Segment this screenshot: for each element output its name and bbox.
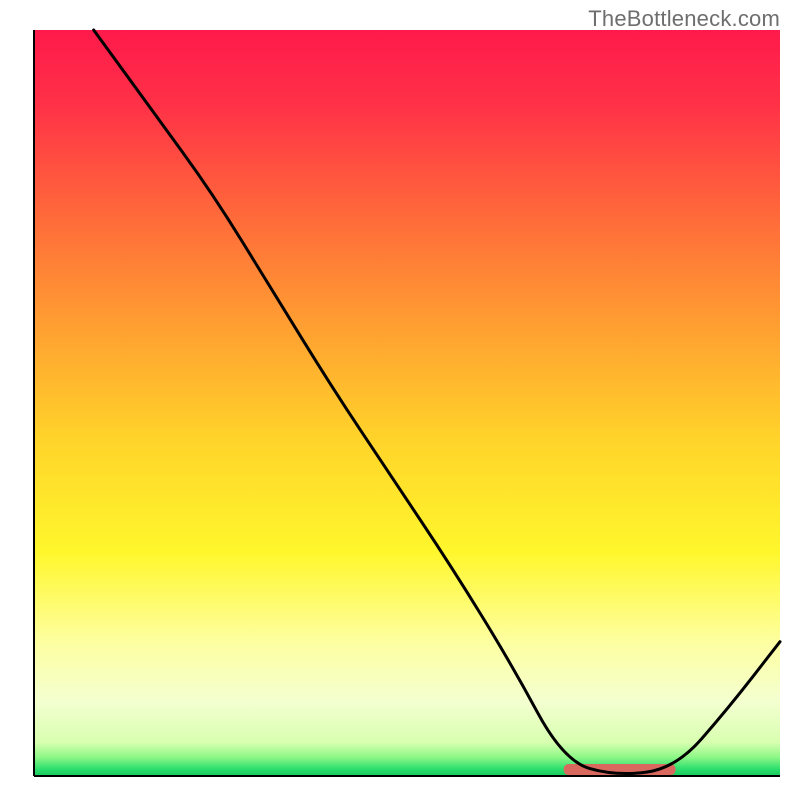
plot-background: [34, 30, 780, 776]
watermark-text: TheBottleneck.com: [588, 6, 780, 32]
bottleneck-chart: [0, 0, 800, 800]
chart-container: TheBottleneck.com: [0, 0, 800, 800]
